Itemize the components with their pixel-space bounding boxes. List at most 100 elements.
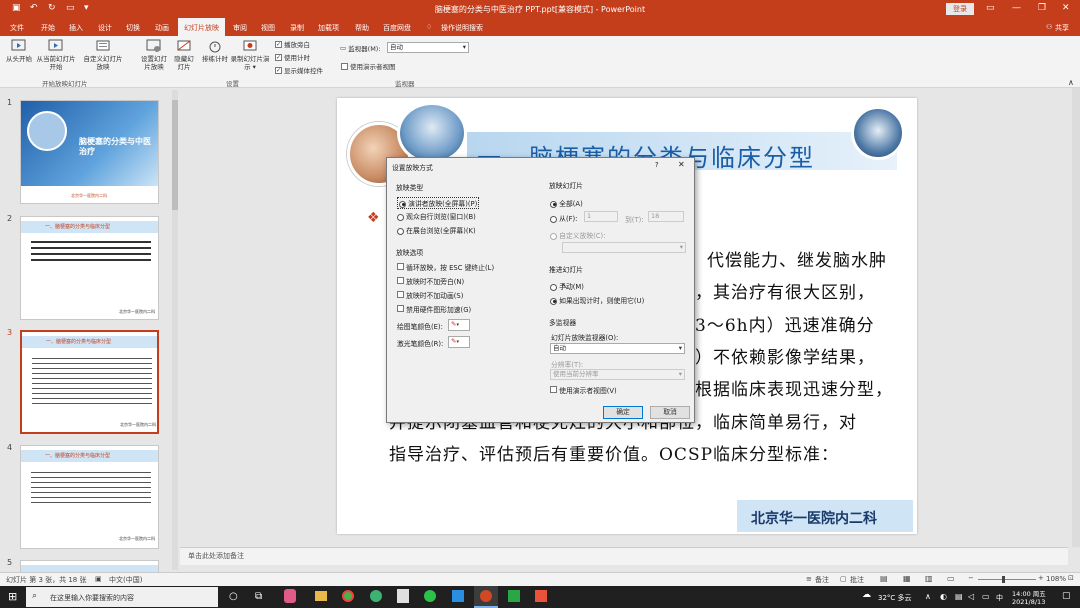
clock-time[interactable]: 14:00 周五 <box>1012 588 1046 598</box>
type-kiosk-radio[interactable]: 在展台浏览(全屏幕)(K) <box>397 225 476 235</box>
clock-date[interactable]: 2021/8/13 <box>1012 598 1045 606</box>
show-media-controls-checkbox[interactable]: ✓ 显示媒体控件 <box>275 65 323 75</box>
notification-icon[interactable]: ▢ <box>1062 591 1071 601</box>
maximize-icon[interactable]: ❐ <box>1038 3 1046 13</box>
tab-animations[interactable]: 动画 <box>155 23 169 33</box>
ok-button[interactable]: 确定 <box>603 406 643 419</box>
zoom-in-icon[interactable]: + <box>1038 574 1044 582</box>
weather-text[interactable]: 32°C 多云 <box>878 593 912 603</box>
tab-help[interactable]: 帮助 <box>355 23 369 33</box>
ime-indicator[interactable]: 中 <box>996 593 1003 603</box>
network-icon[interactable]: ▤ <box>955 592 963 601</box>
presenter-view-checkbox[interactable]: 使用演示者视图(V) <box>550 385 617 395</box>
chrome-icon[interactable] <box>342 590 354 602</box>
custom-show-radio[interactable]: 自定义放映(C): <box>550 230 606 240</box>
resolution-dropdown[interactable]: 使用当前分辨率 ▾ <box>550 369 685 380</box>
setup-show-button[interactable]: 设置幻灯片放映 <box>138 38 170 71</box>
disable-hw-accel-checkbox[interactable]: 禁用硬件图形加速(G) <box>397 304 471 314</box>
laser-color-picker[interactable]: ✎▾ <box>448 336 470 348</box>
tray-app-icon[interactable]: ◐ <box>940 592 947 601</box>
tray-expand-icon[interactable]: ∧ <box>925 592 931 601</box>
notes-icon[interactable]: ≡ <box>806 575 812 583</box>
from-slide-input[interactable]: 1 <box>584 211 618 222</box>
share-button[interactable]: 共享 <box>1055 23 1069 33</box>
all-slides-radio[interactable]: 全部(A) <box>550 198 583 208</box>
to-slide-input[interactable]: 18 <box>648 211 684 222</box>
zoom-out-icon[interactable]: − <box>968 574 974 582</box>
custom-show-button[interactable]: 自定义幻灯片放映 <box>82 38 124 71</box>
app-icon-blue[interactable] <box>452 590 464 602</box>
app-icon-camtasia[interactable] <box>508 590 520 602</box>
tab-slideshow[interactable]: 幻灯片放映 <box>178 18 225 36</box>
from-slide-radio[interactable]: 从(F): <box>550 213 577 223</box>
play-narrations-checkbox[interactable]: ✓ 播放旁白 <box>275 39 310 49</box>
slide-thumbnail-2[interactable]: 一、脑梗塞的分类与临床分型 北京华一医院内二科 <box>20 216 159 320</box>
app-icon-pink[interactable] <box>284 589 296 603</box>
login-button[interactable]: 登录 <box>946 3 974 15</box>
zoom-level[interactable]: 108% <box>1046 575 1066 583</box>
slideshow-monitor-dropdown[interactable]: 自动 ▾ <box>550 343 685 354</box>
close-icon[interactable]: ✕ <box>1062 3 1070 13</box>
language-status[interactable]: 中文(中国) <box>109 575 142 585</box>
app-icon-green[interactable] <box>370 590 382 602</box>
file-explorer-icon[interactable] <box>315 591 327 601</box>
monitor-dropdown[interactable]: 自动 ▾ <box>387 42 469 53</box>
from-current-button[interactable]: 从当前幻灯片开始 <box>34 38 78 71</box>
taskbar-search-box[interactable]: ⌕ 在这里输入你要搜索的内容 <box>26 587 218 607</box>
slide-thumbnail-3-selected[interactable]: 一、脑梗塞的分类与临床分型 北京华一医院内二科 <box>20 330 159 434</box>
zoom-slider-thumb[interactable] <box>1002 576 1005 583</box>
task-view-icon[interactable]: ⧉ <box>255 591 262 602</box>
fit-to-window-icon[interactable]: ⊡ <box>1068 574 1074 582</box>
tab-home[interactable]: 开始 <box>41 23 55 33</box>
cancel-button[interactable]: 取消 <box>650 406 690 419</box>
app-icon-doc[interactable] <box>397 589 409 603</box>
wechat-icon[interactable] <box>424 590 436 602</box>
tab-addins[interactable]: 加载项 <box>318 23 339 33</box>
thumbnail-scrollbar[interactable] <box>172 90 178 570</box>
record-show-button[interactable]: 录制幻灯片演示 ▾ <box>230 38 270 71</box>
presenter-view-checkbox[interactable]: 使用演示者视图 <box>341 61 396 71</box>
tab-view[interactable]: 视图 <box>261 23 275 33</box>
tab-insert[interactable]: 插入 <box>69 23 83 33</box>
help-button[interactable]: ? <box>655 161 659 169</box>
app-icon-red[interactable] <box>535 590 547 602</box>
share-icon[interactable]: ⚇ <box>1046 23 1052 31</box>
no-narration-checkbox[interactable]: 放映时不加旁白(N) <box>397 276 464 286</box>
tab-baidu[interactable]: 百度网盘 <box>383 23 411 33</box>
from-beginning-button[interactable]: 从头开始 <box>4 38 34 63</box>
windows-start-icon[interactable]: ⊞ <box>8 590 17 603</box>
no-animation-checkbox[interactable]: 放映时不加动画(S) <box>397 290 463 300</box>
hide-slide-button[interactable]: 隐藏幻灯片 <box>172 38 196 71</box>
rehearse-timings-button[interactable]: 排练计时 <box>200 38 230 63</box>
reading-view-icon[interactable]: ▥ <box>925 574 933 583</box>
tab-review[interactable]: 审阅 <box>233 23 247 33</box>
pen-color-picker[interactable]: ✎▾ <box>448 319 470 331</box>
loop-checkbox[interactable]: 循环放映，按 ESC 键终止(L) <box>397 262 494 272</box>
zoom-slider[interactable] <box>978 576 1036 583</box>
tab-design[interactable]: 设计 <box>98 23 112 33</box>
powerpoint-taskbar-button[interactable] <box>474 586 498 608</box>
ribbon-display-icon[interactable]: ▭ <box>986 3 995 13</box>
collapse-ribbon-icon[interactable]: ∧ <box>1068 78 1074 87</box>
tell-me-search[interactable]: 操作说明搜索 <box>441 23 483 33</box>
battery-icon[interactable]: ▭ <box>982 592 990 601</box>
slide-sorter-icon[interactable]: ▦ <box>903 574 911 583</box>
scrollbar-thumb[interactable] <box>172 100 178 210</box>
comments-icon[interactable]: ▢ <box>840 575 847 583</box>
notes-toggle[interactable]: 备注 <box>815 575 829 585</box>
accessibility-icon[interactable]: ▣ <box>95 575 102 583</box>
use-timings-radio[interactable]: 如果出现计时，则使用它(U) <box>550 295 644 305</box>
notes-pane[interactable]: 单击此处添加备注 <box>180 547 1068 565</box>
close-icon[interactable]: ✕ <box>678 160 685 169</box>
use-timings-checkbox[interactable]: ✓ 使用计时 <box>275 52 310 62</box>
slide-thumbnail-1[interactable]: 脑梗塞的分类与中医治疗 北京华一医院内二科 <box>20 100 159 204</box>
tab-transitions[interactable]: 切换 <box>126 23 140 33</box>
cortana-icon[interactable]: ○ <box>229 591 238 602</box>
volume-icon[interactable]: ◁ <box>968 592 974 601</box>
minimize-icon[interactable]: — <box>1012 3 1021 13</box>
type-individual-radio[interactable]: 观众自行浏览(窗口)(B) <box>397 211 476 221</box>
tab-record[interactable]: 录制 <box>290 23 304 33</box>
custom-show-dropdown[interactable]: ▾ <box>562 242 686 253</box>
tab-file[interactable]: 文件 <box>10 23 24 33</box>
normal-view-icon[interactable]: ▤ <box>880 574 888 583</box>
